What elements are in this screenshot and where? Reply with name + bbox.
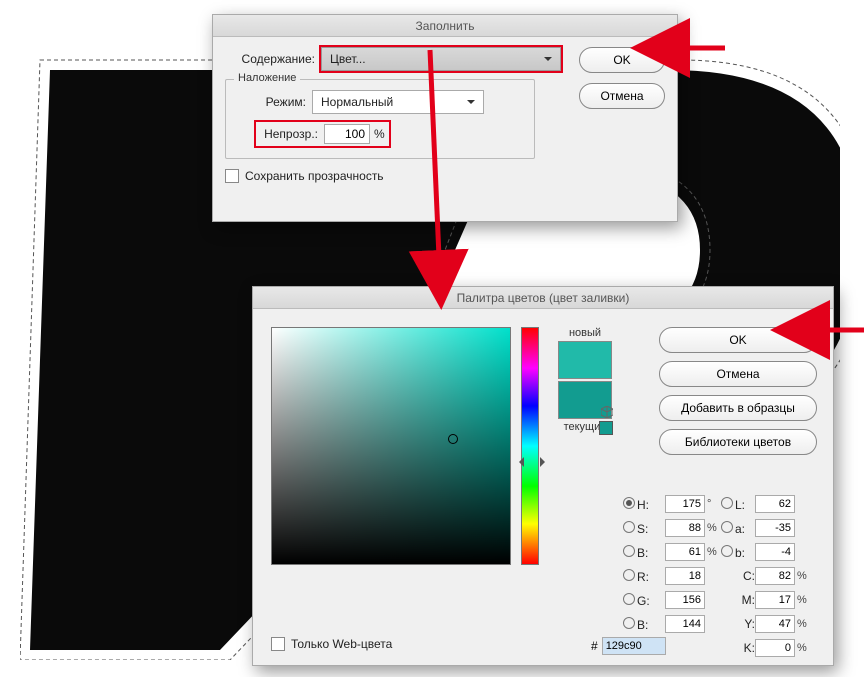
bv-input[interactable] [665, 543, 705, 561]
radio-bv[interactable] [623, 545, 635, 557]
radio-s[interactable] [623, 521, 635, 533]
radio-r[interactable] [623, 569, 635, 581]
hue-slider[interactable] [521, 327, 539, 565]
saturation-field[interactable] [271, 327, 511, 565]
h-input[interactable] [665, 495, 705, 513]
opacity-label: Непрозр.: [260, 127, 318, 141]
new-swatch-label: новый [553, 327, 617, 339]
picker-marker-icon [448, 434, 458, 444]
hue-slider-thumb-right-icon [540, 457, 550, 467]
content-dropdown[interactable]: Цвет... [321, 47, 561, 71]
web-only-checkbox[interactable] [271, 637, 285, 651]
hue-slider-thumb-left-icon [514, 457, 524, 467]
opacity-input[interactable] [324, 124, 370, 144]
color-picker-dialog: Палитра цветов (цвет заливки) новый теку… [252, 286, 834, 666]
y-input[interactable] [755, 615, 795, 633]
s-input[interactable] [665, 519, 705, 537]
websafe-swatch[interactable] [599, 421, 613, 435]
radio-bb[interactable] [623, 617, 635, 629]
l-input[interactable] [755, 495, 795, 513]
hex-label: # [591, 639, 598, 653]
web-only-label: Только Web-цвета [291, 637, 392, 651]
preserve-transparency-label: Сохранить прозрачность [245, 169, 384, 183]
mode-label: Режим: [236, 95, 306, 109]
content-dropdown-value: Цвет... [330, 52, 366, 66]
blend-group-label: Наложение [234, 72, 300, 84]
radio-g[interactable] [623, 593, 635, 605]
hex-input[interactable] [602, 637, 666, 655]
g-input[interactable] [665, 591, 705, 609]
a-input[interactable] [755, 519, 795, 537]
b-input[interactable] [755, 543, 795, 561]
picker-cancel-button[interactable]: Отмена [659, 361, 817, 387]
add-to-swatches-button[interactable]: Добавить в образцы [659, 395, 817, 421]
gamut-warning-icon [601, 405, 613, 417]
mode-dropdown-value: Нормальный [321, 95, 393, 109]
bb-input[interactable] [665, 615, 705, 633]
radio-b[interactable] [721, 545, 733, 557]
c-input[interactable] [755, 567, 795, 585]
radio-a[interactable] [721, 521, 733, 533]
m-input[interactable] [755, 591, 795, 609]
picker-title: Палитра цветов (цвет заливки) [253, 287, 833, 309]
fill-dialog: Заполнить Содержание: Цвет... Наложение … [212, 14, 678, 222]
picker-ok-button[interactable]: OK [659, 327, 817, 353]
color-libraries-button[interactable]: Библиотеки цветов [659, 429, 817, 455]
radio-h[interactable] [623, 497, 635, 509]
preserve-transparency-checkbox[interactable] [225, 169, 239, 183]
content-label: Содержание: [225, 52, 315, 66]
opacity-unit: % [374, 127, 385, 141]
fill-cancel-button[interactable]: Отмена [579, 83, 665, 109]
new-color-swatch [558, 341, 612, 379]
r-input[interactable] [665, 567, 705, 585]
fill-dialog-title: Заполнить [213, 15, 677, 37]
radio-l[interactable] [721, 497, 733, 509]
k-input[interactable] [755, 639, 795, 657]
mode-dropdown[interactable]: Нормальный [312, 90, 484, 114]
fill-ok-button[interactable]: OK [579, 47, 665, 73]
